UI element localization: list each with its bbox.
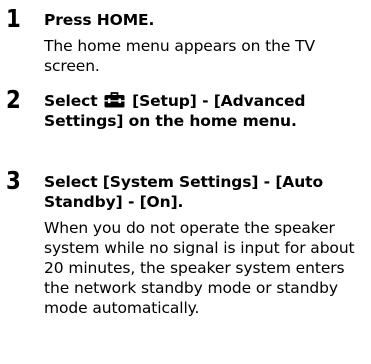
step-title: Press HOME. bbox=[44, 11, 155, 29]
step-1: 1 Press HOME. The home menu appears on t… bbox=[0, 5, 371, 85]
toolbox-icon bbox=[104, 92, 125, 108]
step-title: Select [Setup] - [Advanced Settings] on … bbox=[44, 91, 364, 131]
step-title: Select [System Settings] - [Auto Standby… bbox=[44, 173, 323, 211]
step-number: 2 bbox=[6, 85, 21, 114]
step-number: 1 bbox=[6, 4, 21, 33]
step-title-prefix: Select bbox=[44, 92, 98, 110]
step-number: 3 bbox=[6, 166, 21, 195]
step-3: 3 Select [System Settings] - [Auto Stand… bbox=[0, 167, 371, 364]
step-2: 2 Select [Setup] - [Advanced Settings] o… bbox=[0, 86, 371, 146]
step-body: The home menu appears on the TV screen. bbox=[44, 37, 315, 75]
step-body: When you do not operate the speaker syst… bbox=[44, 219, 355, 317]
